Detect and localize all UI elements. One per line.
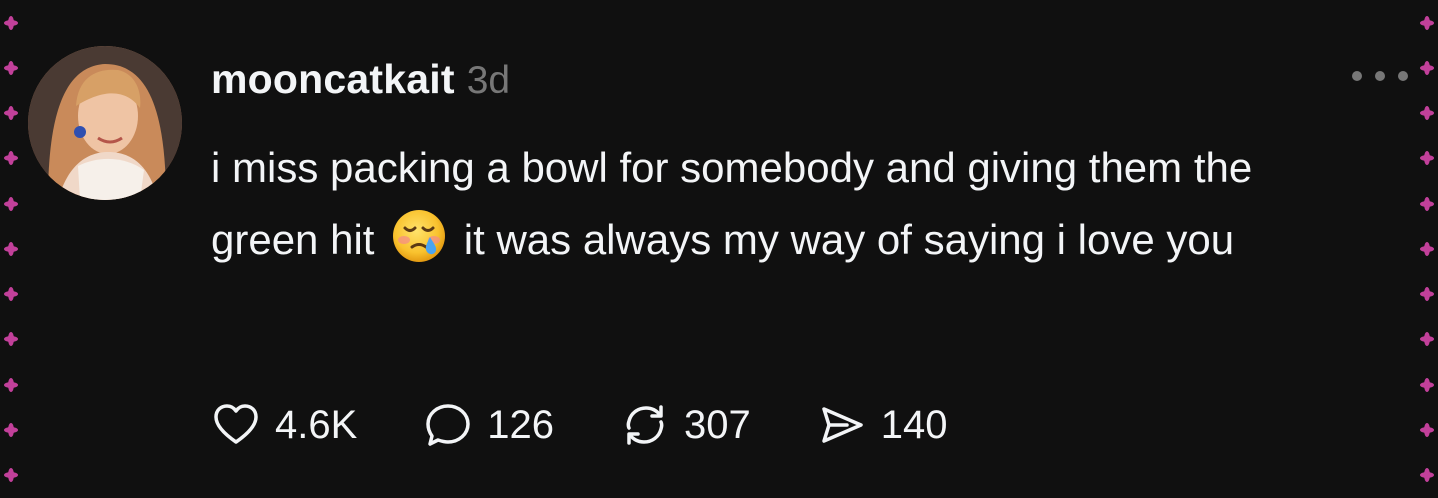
share-count: 140 [880, 402, 948, 447]
flower-icon [1420, 196, 1434, 211]
left-flower-border [0, 0, 22, 498]
repost-count: 307 [684, 402, 751, 447]
more-dot-icon [1375, 71, 1385, 81]
like-count: 4.6K [275, 402, 358, 447]
flower-icon [1420, 15, 1434, 30]
share-icon [822, 407, 863, 443]
post-actions: 4.6K 126 307 140 [211, 396, 1014, 454]
username[interactable]: mooncatkait [211, 56, 455, 103]
flower-icon [4, 423, 18, 438]
flower-icon [1420, 60, 1434, 75]
flower-icon [1420, 241, 1434, 256]
flower-icon [4, 468, 18, 483]
flower-icon [4, 151, 18, 166]
more-dot-icon [1352, 71, 1362, 81]
flower-icon [4, 60, 18, 75]
right-flower-border [1416, 0, 1438, 498]
flower-icon [4, 106, 18, 121]
post: mooncatkait 3d i miss packing a bowl for… [28, 44, 1408, 464]
post-text-part-2: it was always my way of saying i love yo… [452, 216, 1235, 263]
face-holding-back-tears-icon [390, 207, 448, 265]
flower-icon [4, 287, 18, 302]
flower-icon [4, 196, 18, 211]
comment-count: 126 [487, 402, 555, 447]
repost-button[interactable]: 307 [620, 400, 751, 450]
flower-icon [1420, 151, 1434, 166]
heart-icon [214, 404, 258, 444]
comment-button[interactable]: 126 [423, 400, 554, 450]
avatar[interactable] [28, 46, 182, 200]
more-dot-icon [1398, 71, 1408, 81]
flower-icon [1420, 287, 1434, 302]
post-time: 3d [466, 59, 511, 102]
flower-icon [1420, 423, 1434, 438]
flower-icon [4, 332, 18, 347]
avatar-image [28, 46, 182, 200]
post-text: i miss packing a bowl for somebody and g… [211, 132, 1341, 276]
flower-icon [1420, 106, 1434, 121]
share-button[interactable]: 140 [817, 400, 948, 450]
flower-icon [4, 377, 18, 392]
repost-icon [626, 405, 664, 445]
flower-icon [1420, 468, 1434, 483]
post-header: mooncatkait 3d [211, 56, 510, 102]
flower-icon [4, 15, 18, 30]
flower-icon [1420, 377, 1434, 392]
flower-icon [4, 241, 18, 256]
like-button[interactable]: 4.6K [211, 400, 357, 450]
more-options-button[interactable] [1352, 66, 1408, 86]
comment-icon [426, 404, 471, 446]
flower-icon [1420, 332, 1434, 347]
